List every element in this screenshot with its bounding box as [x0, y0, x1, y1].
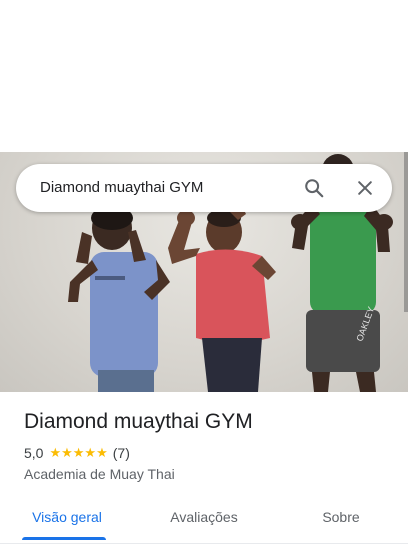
- tab-label: Sobre: [322, 509, 360, 525]
- tab-reviews[interactable]: Avaliações: [134, 496, 274, 544]
- rating-row[interactable]: 5,0 ★★★★★ (7): [24, 445, 130, 461]
- scrollbar[interactable]: [404, 152, 408, 312]
- active-tab-indicator: [22, 537, 106, 540]
- tab-label: Visão geral: [32, 509, 102, 525]
- place-category[interactable]: Academia de Muay Thai: [24, 466, 175, 482]
- person-left: [68, 206, 170, 392]
- search-icon[interactable]: [298, 172, 330, 204]
- tab-bar: Visão geral Avaliações Sobre: [0, 496, 408, 544]
- person-middle: [168, 206, 276, 392]
- place-info-panel: Diamond muaythai GYM 5,0 ★★★★★ (7) Acade…: [0, 392, 408, 544]
- tab-about[interactable]: Sobre: [274, 496, 408, 544]
- star-icon: ★★★★★: [49, 445, 108, 460]
- rating-value: 5,0: [24, 445, 44, 461]
- place-title: Diamond muaythai GYM: [24, 410, 253, 433]
- tab-label: Avaliações: [170, 509, 238, 525]
- blank-area: [0, 0, 408, 152]
- search-box[interactable]: Diamond muaythai GYM: [16, 164, 392, 212]
- close-icon[interactable]: [349, 172, 381, 204]
- search-input[interactable]: Diamond muaythai GYM: [40, 164, 203, 212]
- review-count[interactable]: (7): [113, 445, 130, 461]
- tab-overview[interactable]: Visão geral: [0, 496, 134, 544]
